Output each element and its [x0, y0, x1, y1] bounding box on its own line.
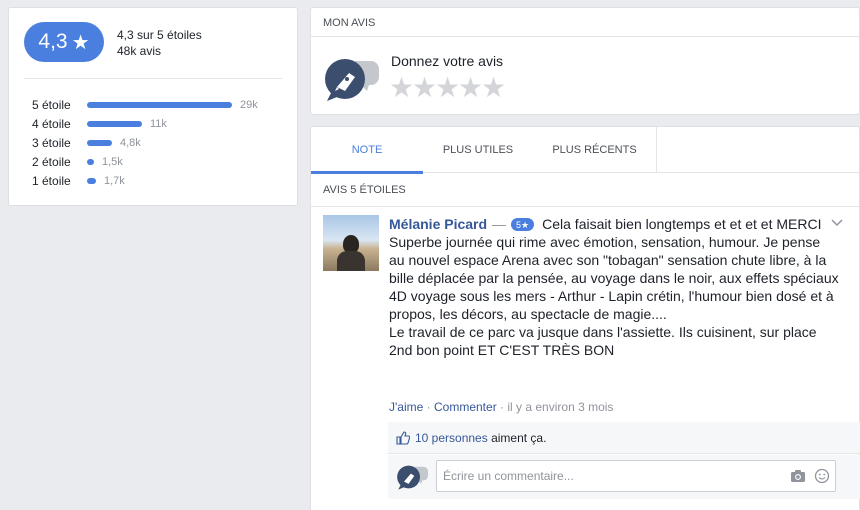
review-time[interactable]: il y a environ 3 mois [507, 400, 613, 414]
rating-row[interactable]: 2 étoile 1,5k [32, 152, 287, 171]
rating-row-label: 4 étoile [32, 116, 71, 131]
comment-link[interactable]: Commenter [434, 400, 497, 414]
likes-suffix: aiment ça. [491, 430, 547, 445]
rating-row-label: 5 étoile [32, 97, 71, 112]
review-item: Mélanie Picard — 5★ Cela faisait bien lo… [389, 215, 839, 359]
review-header: Mélanie Picard — 5★ Cela faisait bien lo… [389, 215, 839, 233]
section-label: AVIS 5 ÉTOILES [323, 184, 406, 196]
review-text-2: Le travail de ce parc va jusque dans l'a… [389, 324, 817, 358]
review-sort-tabs: NOTE PLUS UTILES PLUS RÉCENTS [311, 127, 859, 174]
reviewer-avatar[interactable] [323, 215, 379, 271]
star-rating-input[interactable]: ★ ★ ★ ★ ★ [389, 74, 506, 102]
rating-row-count: 29k [240, 98, 258, 111]
rating-bar [87, 120, 142, 127]
my-review-header: MON AVIS [323, 17, 376, 29]
review-text: Superbe journée qui rime avec émotion, s… [389, 234, 839, 322]
rating-row-label: 2 étoile [32, 154, 71, 169]
likes-count-link[interactable]: 10 personnes [415, 431, 488, 445]
reviews-card: NOTE PLUS UTILES PLUS RÉCENTS AVIS 5 ÉTO… [310, 126, 860, 510]
score-details: 4,3 sur 5 étoiles 48k avis [117, 27, 202, 59]
rating-bar-track: 29k [87, 99, 287, 111]
separator-dot: · [500, 400, 505, 414]
divider [311, 206, 859, 207]
give-review-title: Donnez votre avis [391, 53, 504, 69]
rating-row[interactable]: 4 étoile 11k [32, 114, 287, 133]
rating-row-count: 11k [150, 117, 167, 130]
rating-distribution: 5 étoile 29k 4 étoile 11k 3 étoile 4,8k 2 étoi… [32, 95, 287, 190]
thumbs-up-icon [396, 430, 410, 445]
chevron-down-icon[interactable] [831, 216, 843, 228]
camera-icon[interactable] [790, 469, 806, 483]
star-2-icon[interactable]: ★ [412, 74, 437, 102]
star-4-icon[interactable]: ★ [458, 74, 483, 102]
likes-summary: 10 personnes aiment ça. [388, 422, 860, 454]
star-rating-badge: 5★ [511, 218, 535, 231]
average-score: 4,3 [38, 30, 68, 53]
tab-most-useful[interactable]: PLUS UTILES [423, 127, 533, 173]
rating-row-label: 1 étoile [32, 173, 71, 188]
rating-row[interactable]: 5 étoile 29k [32, 95, 287, 114]
rating-row-count: 4,8k [120, 136, 141, 149]
tab-note[interactable]: NOTE [311, 127, 423, 174]
review-headline: Cela faisait bien longtemps et et et et … [542, 216, 822, 232]
comment-composer [388, 455, 860, 499]
divider [311, 36, 859, 37]
rating-bar-track: 11k [87, 118, 287, 130]
review-actions: J'aime · Commenter · il y a environ 3 mo… [389, 400, 613, 414]
rating-bar [87, 177, 96, 184]
my-review-card: MON AVIS Donnez votre avis ★ ★ ★ ★ ★ [310, 7, 860, 115]
rating-bar-track: 4,8k [87, 137, 287, 149]
rating-bar [87, 139, 112, 146]
rating-row-label: 3 étoile [32, 135, 71, 150]
rating-row-count: 1,7k [104, 174, 125, 187]
pen-speech-icon [397, 465, 428, 490]
rating-row[interactable]: 1 étoile 1,7k [32, 171, 287, 190]
score-out-of: 4,3 sur 5 étoiles [117, 28, 202, 42]
star-5-icon[interactable]: ★ [481, 74, 506, 102]
rating-bar-track: 1,7k [87, 175, 287, 187]
divider [24, 78, 282, 79]
star-icon: ★ [71, 31, 90, 54]
rating-bar [87, 158, 94, 165]
rating-summary-card: 4,3 ★ 4,3 sur 5 étoiles 48k avis 5 étoil… [8, 7, 298, 206]
like-link[interactable]: J'aime [389, 400, 423, 414]
rating-row-count: 1,5k [102, 155, 123, 168]
review-count: 48k avis [117, 44, 162, 58]
comment-input[interactable] [436, 460, 836, 492]
star-3-icon[interactable]: ★ [435, 74, 460, 102]
separator-dash: — [492, 216, 507, 232]
rating-row[interactable]: 3 étoile 4,8k [32, 133, 287, 152]
pen-speech-icon [325, 59, 379, 101]
smiley-icon[interactable] [814, 468, 830, 484]
average-score-badge: 4,3 ★ [24, 22, 104, 62]
separator-dot: · [426, 400, 431, 414]
tab-most-recent[interactable]: PLUS RÉCENTS [533, 127, 657, 173]
rating-bar-track: 1,5k [87, 156, 287, 168]
rating-bar [87, 101, 232, 108]
reviewer-name[interactable]: Mélanie Picard [389, 215, 487, 233]
star-1-icon[interactable]: ★ [389, 74, 414, 102]
